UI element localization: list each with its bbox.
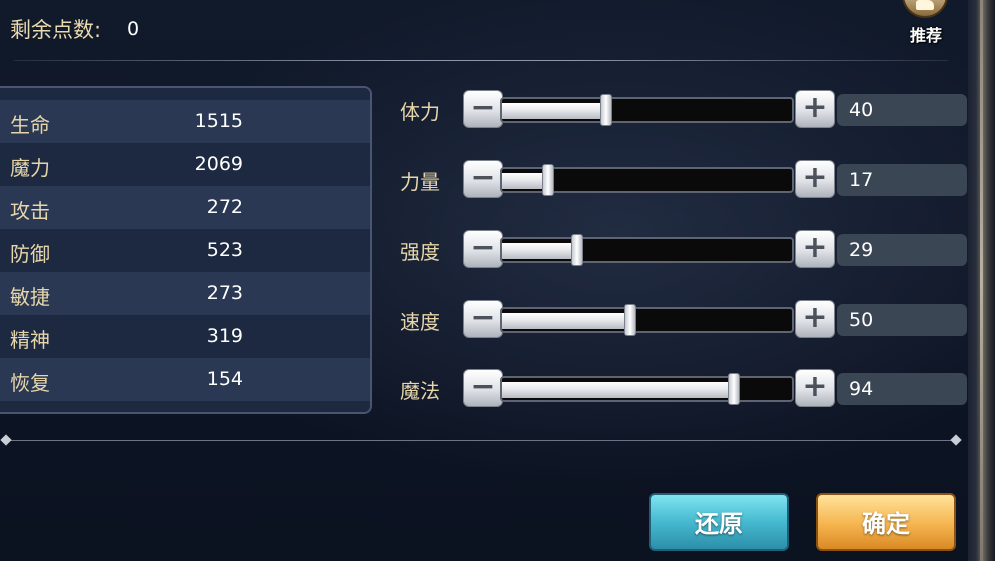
stats-table: 生命 1515 魔力 2069 攻击 272 防御 523 敏捷 273 精神 … [0, 86, 372, 414]
plus-icon: + [802, 90, 828, 125]
slider-fill [502, 243, 577, 259]
increase-button[interactable]: + [795, 230, 835, 268]
attribute-panel: 剩余点数: 0 推荐 生命 1515 魔力 2069 攻击 272 防御 523… [0, 0, 995, 561]
restore-button-label: 还原 [695, 510, 743, 538]
attribute-label: 速度 [400, 310, 440, 334]
plus-icon: + [802, 369, 828, 404]
stat-value: 523 [206, 239, 243, 261]
remaining-points-label: 剩余点数: [10, 18, 102, 42]
stats-row-spirit: 精神 319 [0, 315, 370, 358]
confirm-button-label: 确定 [862, 510, 910, 538]
stats-row-agility: 敏捷 273 [0, 272, 370, 315]
stat-name: 生命 [10, 113, 50, 137]
stat-name: 恢复 [10, 371, 50, 395]
slider-handle[interactable] [624, 304, 636, 336]
stat-value: 272 [206, 196, 243, 218]
increase-button[interactable]: + [795, 90, 835, 128]
restore-button[interactable]: 还原 [649, 493, 789, 551]
plus-icon: + [802, 300, 828, 335]
decrease-button[interactable]: − [463, 160, 503, 198]
attribute-value: 17 [837, 164, 967, 196]
stat-value: 273 [206, 282, 243, 304]
decrease-button[interactable]: − [463, 230, 503, 268]
slider-handle[interactable] [571, 234, 583, 266]
decrease-button[interactable]: − [463, 90, 503, 128]
decrease-button[interactable]: − [463, 369, 503, 407]
slider-fill [502, 103, 606, 119]
slider-handle[interactable] [600, 94, 612, 126]
magic-slider[interactable] [500, 376, 794, 402]
attribute-value: 40 [837, 94, 967, 126]
confirm-button[interactable]: 确定 [816, 493, 956, 551]
toughness-slider[interactable] [500, 237, 794, 263]
decrease-button[interactable]: − [463, 300, 503, 338]
stats-row-recovery: 恢复 154 [0, 358, 370, 401]
stats-table-padding [0, 88, 370, 100]
remaining-points-value: 0 [127, 18, 140, 40]
minus-icon: − [470, 300, 496, 335]
stat-value: 154 [206, 368, 243, 390]
slider-handle[interactable] [542, 164, 554, 196]
window-frame-edge [968, 0, 995, 561]
attribute-value: 94 [837, 373, 967, 405]
attribute-label: 强度 [400, 240, 440, 264]
stat-value: 2069 [194, 153, 243, 175]
stat-name: 攻击 [10, 199, 50, 223]
plus-icon: + [802, 230, 828, 265]
minus-icon: − [470, 369, 496, 404]
stat-name: 精神 [10, 328, 50, 352]
speed-slider[interactable] [500, 307, 794, 333]
minus-icon: − [470, 230, 496, 265]
stat-value: 1515 [194, 110, 243, 132]
thumbs-up-icon [902, 0, 948, 18]
attribute-value: 29 [837, 234, 967, 266]
stats-row-attack: 攻击 272 [0, 186, 370, 229]
section-divider [0, 434, 962, 446]
stat-name: 魔力 [10, 156, 50, 180]
attribute-value: 50 [837, 304, 967, 336]
plus-icon: + [802, 160, 828, 195]
stat-name: 敏捷 [10, 285, 50, 309]
minus-icon: − [470, 90, 496, 125]
increase-button[interactable]: + [795, 160, 835, 198]
recommend-label: 推荐 [909, 26, 942, 45]
stamina-slider[interactable] [500, 97, 794, 123]
increase-button[interactable]: + [795, 369, 835, 407]
recommend-button[interactable]: 推荐 [896, 0, 956, 45]
stats-table-padding [0, 401, 370, 412]
stats-row-defense: 防御 523 [0, 229, 370, 272]
minus-icon: − [470, 160, 496, 195]
divider-end-diamond [0, 434, 12, 446]
divider-end-diamond [950, 434, 962, 446]
increase-button[interactable]: + [795, 300, 835, 338]
slider-fill [502, 382, 734, 398]
stats-row-hp: 生命 1515 [0, 100, 370, 143]
slider-handle[interactable] [728, 373, 740, 405]
attribute-label: 体力 [400, 100, 440, 124]
attribute-label: 力量 [400, 170, 440, 194]
stat-name: 防御 [10, 242, 50, 266]
stat-value: 319 [206, 325, 243, 347]
header-divider [14, 60, 948, 61]
stats-row-mp: 魔力 2069 [0, 143, 370, 186]
attribute-label: 魔法 [400, 379, 440, 403]
slider-fill [502, 313, 630, 329]
